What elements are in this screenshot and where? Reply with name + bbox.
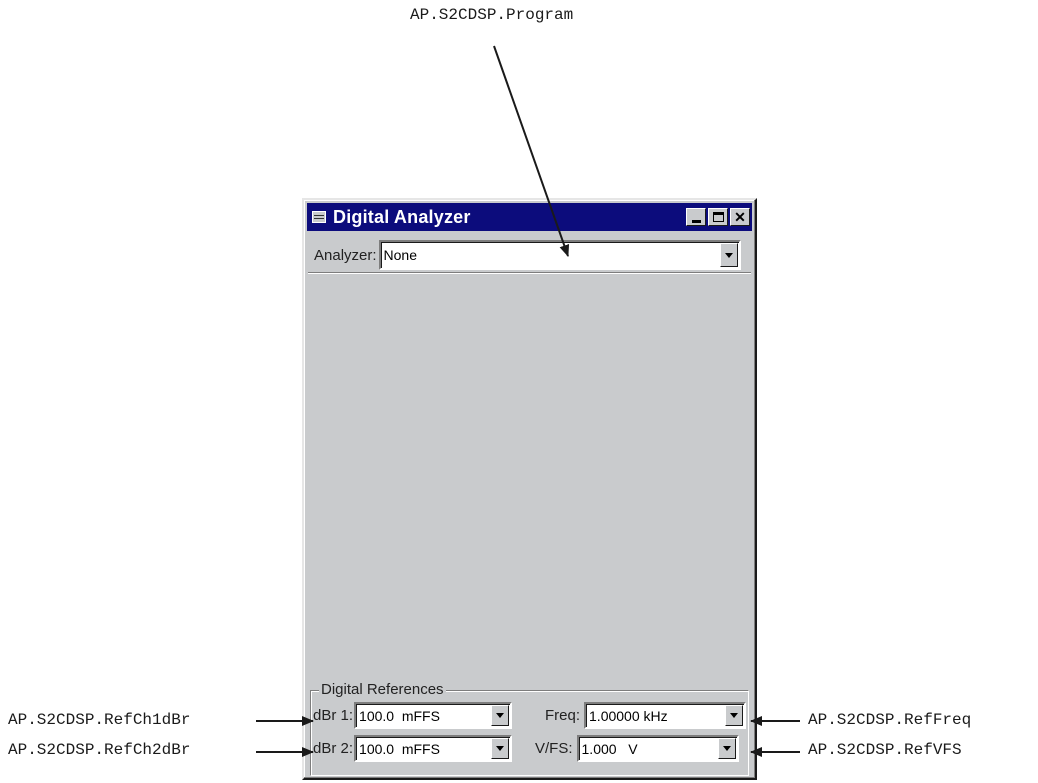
freq-label: Freq: xyxy=(545,707,581,724)
vfs-field[interactable]: 1.000 V xyxy=(576,735,739,762)
maximize-icon xyxy=(712,212,724,222)
dbr1-row: dBr 1: 100.0 mFFS xyxy=(313,702,513,729)
close-button[interactable]: ✕ xyxy=(730,208,750,226)
chevron-down-icon xyxy=(722,746,731,751)
freq-row: Freq: 1.00000 kHz xyxy=(545,702,747,729)
system-menu-icon[interactable] xyxy=(312,211,326,223)
callout-ref-vfs: AP.S2CDSP.RefVFS xyxy=(808,741,962,759)
callout-ref-ch1-dbr: AP.S2CDSP.RefCh1dBr xyxy=(8,711,191,729)
dbr1-field[interactable]: 100.0 mFFS xyxy=(354,702,513,729)
chevron-down-icon xyxy=(730,713,739,718)
analyzer-row: Analyzer: None xyxy=(314,240,741,270)
vfs-row: V/FS: 1.000 V xyxy=(535,735,739,762)
chevron-down-icon xyxy=(496,713,505,718)
minimize-icon xyxy=(691,220,701,223)
freq-field[interactable]: 1.00000 kHz xyxy=(584,702,747,729)
vfs-value: 1.000 V xyxy=(581,740,638,757)
analyzer-value: None xyxy=(383,247,417,263)
dbr1-label: dBr 1: xyxy=(313,707,354,724)
dbr2-dropdown-button[interactable] xyxy=(491,738,510,759)
window-title: Digital Analyzer xyxy=(333,206,471,227)
dbr2-label: dBr 2: xyxy=(313,740,354,757)
analyzer-select[interactable]: None xyxy=(378,240,741,270)
chevron-down-icon xyxy=(496,746,505,751)
vfs-dropdown-button[interactable] xyxy=(717,738,736,759)
title-bar[interactable]: Digital Analyzer ✕ xyxy=(307,203,752,231)
callout-program: AP.S2CDSP.Program xyxy=(410,6,574,24)
digital-analyzer-window: Digital Analyzer ✕ Analyzer: None Digita… xyxy=(302,198,757,780)
dbr1-dropdown-button[interactable] xyxy=(491,705,510,726)
dbr1-value: 100.0 mFFS xyxy=(359,707,440,724)
callout-ref-ch2-dbr: AP.S2CDSP.RefCh2dBr xyxy=(8,741,191,759)
maximize-button[interactable] xyxy=(708,208,728,226)
chevron-down-icon xyxy=(724,252,733,258)
digital-references-group: Digital References dBr 1: 100.0 mFFS Fre… xyxy=(310,681,749,776)
window-controls: ✕ xyxy=(686,208,750,226)
callout-ref-freq: AP.S2CDSP.RefFreq xyxy=(808,711,972,729)
dbr2-row: dBr 2: 100.0 mFFS xyxy=(313,735,513,762)
analyzer-panel-area xyxy=(307,273,752,673)
minimize-button[interactable] xyxy=(686,208,706,226)
vfs-label: V/FS: xyxy=(535,740,573,757)
analyzer-label: Analyzer: xyxy=(314,246,377,264)
dbr2-value: 100.0 mFFS xyxy=(359,740,440,757)
close-icon: ✕ xyxy=(734,209,746,225)
digital-references-label: Digital References xyxy=(319,681,446,698)
analyzer-dropdown-button[interactable] xyxy=(719,243,738,267)
freq-value: 1.00000 kHz xyxy=(589,707,668,724)
dbr2-field[interactable]: 100.0 mFFS xyxy=(354,735,513,762)
freq-dropdown-button[interactable] xyxy=(725,705,744,726)
